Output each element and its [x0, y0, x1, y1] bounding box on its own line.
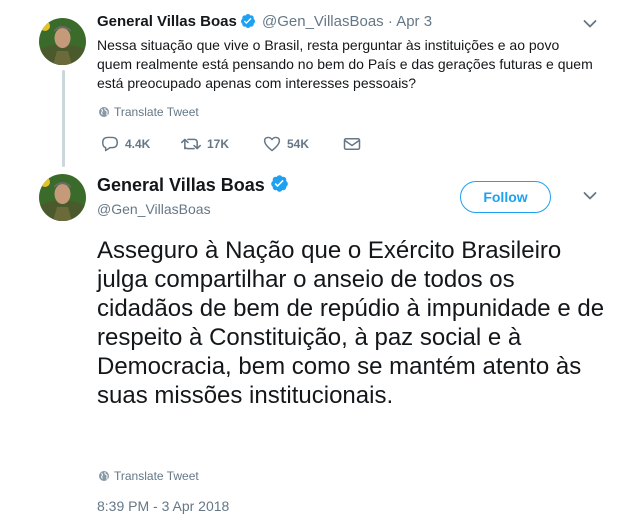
- separator: ·: [387, 13, 393, 30]
- like-button[interactable]: 54K: [263, 136, 343, 152]
- avatar[interactable]: [39, 174, 86, 221]
- reply-icon: [101, 136, 118, 152]
- follow-button[interactable]: Follow: [460, 181, 551, 213]
- chevron-down-icon[interactable]: [583, 188, 597, 206]
- like-count: 54K: [287, 137, 310, 151]
- tweet-actions: 4.4K 17K 54K: [101, 134, 367, 154]
- tweet-text: Nessa situação que vive o Brasil, resta …: [97, 37, 593, 91]
- handle[interactable]: @Gen_VillasBoas: [97, 199, 211, 219]
- globe-icon: [98, 470, 110, 485]
- translate-tweet-link[interactable]: Translate Tweet: [98, 105, 199, 121]
- chevron-down-icon[interactable]: [583, 16, 597, 34]
- heart-icon: [263, 136, 281, 152]
- reply-button[interactable]: 4.4K: [101, 136, 181, 152]
- verified-badge-icon: [240, 13, 256, 35]
- translate-tweet-link[interactable]: Translate Tweet: [98, 469, 199, 485]
- tweet-timestamp[interactable]: 8:39 PM - 3 Apr 2018: [97, 498, 229, 514]
- retweet-icon: [181, 138, 201, 150]
- reply-count: 4.4K: [125, 137, 151, 151]
- tweet-text: Asseguro à Nação que o Exército Brasilei…: [97, 237, 605, 409]
- display-name[interactable]: General Villas Boas: [97, 13, 237, 30]
- retweet-count: 17K: [207, 137, 230, 151]
- tweet-header: General Villas Boas @Gen_VillasBoas · Ap…: [97, 12, 432, 35]
- retweet-button[interactable]: 17K: [181, 136, 263, 152]
- tweet-date[interactable]: Apr 3: [396, 13, 432, 30]
- translate-label: Translate Tweet: [114, 469, 199, 483]
- avatar[interactable]: [39, 18, 86, 65]
- tweet-author: General Villas Boas: [97, 173, 291, 199]
- globe-icon: [98, 106, 110, 121]
- translate-label: Translate Tweet: [114, 105, 199, 119]
- handle[interactable]: @Gen_VillasBoas: [262, 13, 384, 30]
- display-name[interactable]: General Villas Boas: [97, 175, 265, 195]
- direct-message-button[interactable]: [343, 137, 367, 151]
- verified-badge-icon: [270, 174, 289, 199]
- envelope-icon: [343, 138, 361, 150]
- thread-connector-line: [62, 70, 65, 167]
